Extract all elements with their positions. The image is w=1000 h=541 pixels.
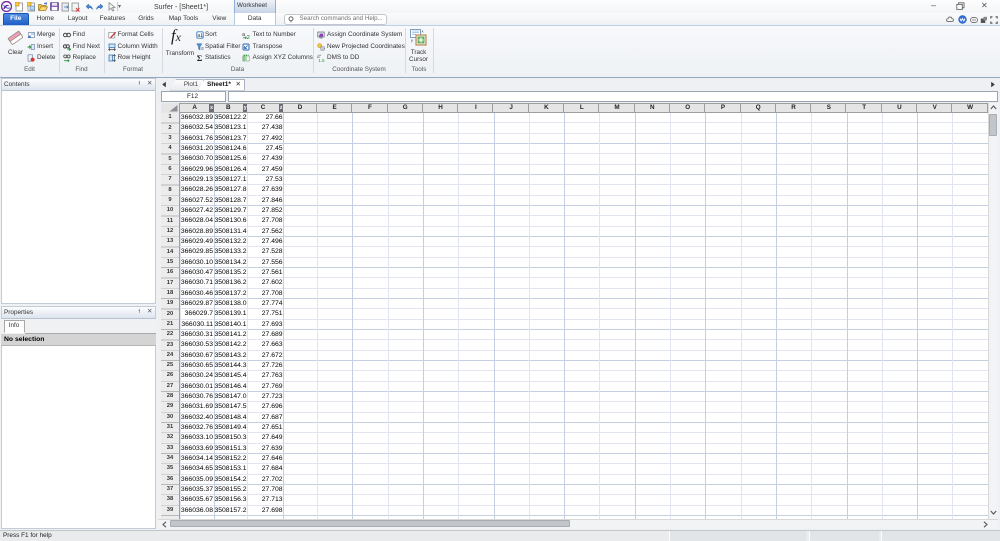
svg-text:1.5: 1.5 — [318, 58, 325, 62]
svg-text:x: x — [422, 29, 424, 34]
svg-text:a: a — [197, 33, 200, 39]
svg-text:2: 2 — [247, 35, 250, 39]
svg-text:y: y — [411, 38, 413, 43]
